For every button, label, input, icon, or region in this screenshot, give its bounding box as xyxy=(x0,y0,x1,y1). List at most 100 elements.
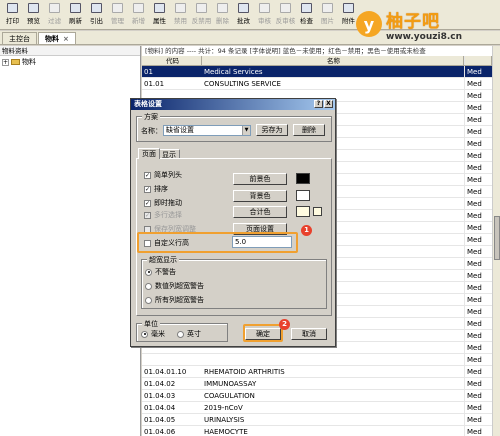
logo-name: 柚子吧 xyxy=(386,11,440,32)
row-extra-cell: Med xyxy=(464,114,492,125)
radio-icon[interactable] xyxy=(145,268,152,276)
row-extra-cell: Med xyxy=(464,78,492,89)
foreground-color-swatch[interactable] xyxy=(296,173,310,184)
table-row[interactable]: 01.01 CONSULTING SERVICE Med xyxy=(142,78,492,90)
table-row[interactable]: 01.04.03 COAGULATION Med xyxy=(142,390,492,402)
toolbar-button-icon xyxy=(49,3,60,13)
toolbar-button-icon xyxy=(91,3,102,13)
row-name-cell: COAGULATION xyxy=(204,392,255,400)
toolbar-button-label: 反审核 xyxy=(275,17,296,25)
row-extra-cell: Med xyxy=(464,222,492,233)
toolbar-button[interactable]: 管理 xyxy=(107,0,128,28)
checkbox-icon[interactable]: ✓ xyxy=(144,171,151,179)
close-dialog-button[interactable]: X xyxy=(324,100,333,108)
table-row[interactable]: Med xyxy=(142,354,492,366)
toolbar-button[interactable]: 反审核 xyxy=(275,0,296,28)
toolbar-button[interactable]: 检查 xyxy=(296,0,317,28)
toolbar-button[interactable]: 图片 xyxy=(317,0,338,28)
row-extra-cell: Med xyxy=(464,198,492,209)
table-row[interactable]: 01 Medical Services Med xyxy=(142,66,492,78)
instant-drag-checkbox[interactable]: ✓ 即时拖动 xyxy=(144,198,182,208)
sort-checkbox[interactable]: ✓ 排序 xyxy=(144,184,168,194)
table-row[interactable]: 01.04.04 2019-nCoV Med xyxy=(142,402,492,414)
toolbar-button-label: 检查 xyxy=(300,17,313,25)
foreground-color-button[interactable]: 前景色 xyxy=(233,173,287,185)
toolbar-button[interactable]: 审核 xyxy=(254,0,275,28)
tab-material[interactable]: 物料 × xyxy=(38,32,76,44)
vertical-scrollbar[interactable] xyxy=(492,46,500,436)
total-color-swatch[interactable] xyxy=(296,206,310,217)
toolbar-button[interactable]: 引出 xyxy=(86,0,107,28)
toolbar-button-label: 附件 xyxy=(342,17,355,25)
toolbar-button-icon xyxy=(7,3,18,13)
row-extra-cell: Med xyxy=(464,282,492,293)
toolbar-button-label: 图片 xyxy=(321,17,334,25)
row-extra-cell: Med xyxy=(464,342,492,353)
toolbar-button[interactable]: 过滤 xyxy=(44,0,65,28)
watermark-logo: y 柚子吧 www.youzi8.cn xyxy=(356,2,498,46)
radio-icon[interactable] xyxy=(141,330,148,338)
radio-icon[interactable] xyxy=(145,282,152,290)
unit-inch-radio[interactable]: 英寸 xyxy=(177,329,201,339)
total-color-picker-icon[interactable] xyxy=(313,207,322,216)
expand-icon[interactable]: + xyxy=(2,58,9,66)
radio-icon[interactable] xyxy=(177,330,184,338)
numeric-overflow-warning-radio[interactable]: 数值列超宽警告 xyxy=(145,281,204,291)
simple-header-checkbox[interactable]: ✓ 简单列头 xyxy=(144,170,182,180)
background-color-swatch[interactable] xyxy=(296,190,310,201)
row-extra-cell: Med xyxy=(464,354,492,365)
help-button[interactable]: ? xyxy=(314,100,323,108)
close-tab-icon[interactable]: × xyxy=(63,35,69,43)
tab-main-console[interactable]: 主控台 xyxy=(2,32,37,44)
table-row[interactable]: 01.04.01.10 RHEMATOID ARTHRITIS Med xyxy=(142,366,492,378)
table-row[interactable]: 01.04.02 IMMUNOASSAY Med xyxy=(142,378,492,390)
row-extra-cell: Med xyxy=(464,258,492,269)
toolbar-button[interactable]: 禁用 xyxy=(170,0,191,28)
scheme-legend: 方案 xyxy=(142,112,160,122)
column-header-code[interactable]: 代码 xyxy=(142,56,202,65)
save-as-button[interactable]: 另存为 xyxy=(256,124,288,136)
table-row[interactable]: 01.04.06 HAEMOCYTE Med xyxy=(142,426,492,436)
row-extra-cell: Med xyxy=(464,66,492,77)
toolbar-button-icon xyxy=(28,3,39,13)
all-overflow-warning-radio[interactable]: 所有列超宽警告 xyxy=(145,295,204,305)
toolbar-button[interactable]: 删除 xyxy=(212,0,233,28)
toolbar-button[interactable]: 新增 xyxy=(128,0,149,28)
checkbox-icon[interactable]: ✓ xyxy=(144,185,151,193)
checkbox-icon[interactable]: ✓ xyxy=(144,211,151,219)
toolbar-button-icon xyxy=(280,3,291,13)
column-header-extra[interactable] xyxy=(464,56,492,65)
toolbar-button[interactable]: 反禁用 xyxy=(191,0,212,28)
chevron-down-icon[interactable]: ▼ xyxy=(242,126,250,135)
highlight-ok xyxy=(243,324,283,342)
row-extra-cell: Med xyxy=(464,210,492,221)
toolbar-button-icon xyxy=(70,3,81,13)
background-color-button[interactable]: 背景色 xyxy=(233,190,287,202)
unit-mm-radio[interactable]: 毫米 xyxy=(141,329,165,339)
toolbar-button-label: 批改 xyxy=(237,17,250,25)
checkbox-icon[interactable]: ✓ xyxy=(144,199,151,207)
tab-page[interactable]: 页面 xyxy=(138,148,160,159)
scheme-name-select[interactable]: 缺省设置 ▼ xyxy=(163,125,251,136)
row-name-cell: 2019-nCoV xyxy=(204,404,243,412)
tree-node-material[interactable]: + 物料 xyxy=(0,56,140,68)
no-warning-radio[interactable]: 不警告 xyxy=(145,267,176,277)
row-extra-cell: Med xyxy=(464,150,492,161)
column-header-name[interactable]: 名称 xyxy=(202,56,464,65)
name-label: 名称： xyxy=(141,127,162,135)
toolbar-button[interactable]: 批改 xyxy=(233,0,254,28)
toolbar-button[interactable]: 刷新 xyxy=(65,0,86,28)
toolbar-button-label: 属性 xyxy=(153,17,166,25)
row-code-cell xyxy=(142,354,202,365)
multi-select-checkbox[interactable]: ✓ 多行选择 xyxy=(144,210,182,220)
row-code-cell: 01.04.06 xyxy=(144,428,176,436)
toolbar-button[interactable]: 属性 xyxy=(149,0,170,28)
toolbar-button[interactable]: 打印 xyxy=(2,0,23,28)
total-color-button[interactable]: 合计色 xyxy=(233,206,287,218)
table-row[interactable]: 01.04.05 URINALYSIS Med xyxy=(142,414,492,426)
toolbar-button[interactable]: 预览 xyxy=(23,0,44,28)
radio-icon[interactable] xyxy=(145,296,152,304)
cancel-button[interactable]: 取消 xyxy=(291,328,327,340)
scrollbar-thumb[interactable] xyxy=(494,216,500,260)
delete-scheme-button[interactable]: 删除 xyxy=(293,124,325,136)
